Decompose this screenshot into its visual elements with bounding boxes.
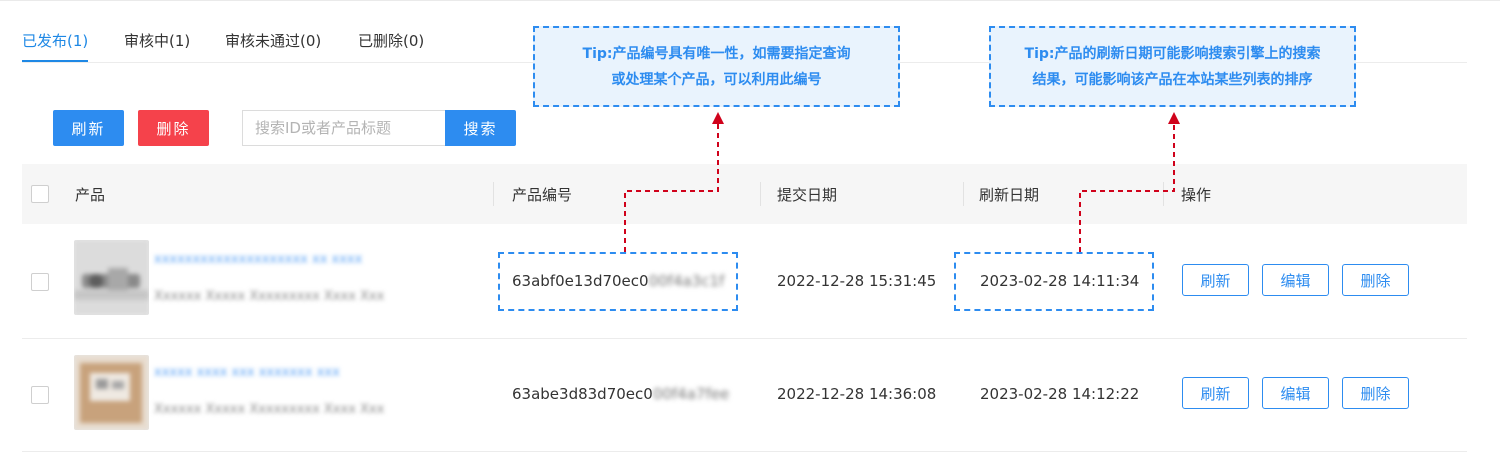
product-id-visible: 63abe3d83d70ec0 bbox=[512, 385, 653, 403]
header-submit-date: 提交日期 bbox=[777, 186, 838, 204]
refresh-date: 2023-02-28 14:12:22 bbox=[980, 385, 1140, 403]
arrow-head-icon bbox=[712, 112, 724, 124]
row-delete-button[interactable]: 删除 bbox=[1342, 264, 1409, 296]
header-refresh-date: 刷新日期 bbox=[979, 186, 1040, 204]
tip-product-id-line2: 或处理某个产品，可以利用此编号 bbox=[611, 71, 822, 88]
product-id-masked: 00f4a7fee bbox=[652, 385, 730, 403]
product-image bbox=[74, 240, 149, 315]
header-product-id: 产品编号 bbox=[512, 186, 573, 204]
product-category: Xxxxxx Xxxxx Xxxxxxxxx Xxxx Xxx bbox=[154, 289, 385, 304]
refresh-button[interactable]: 刷新 bbox=[53, 110, 124, 146]
tab-under-review[interactable]: 审核中(1) bbox=[124, 30, 190, 51]
search-button[interactable]: 搜索 bbox=[445, 110, 516, 146]
row-checkbox[interactable] bbox=[31, 273, 49, 291]
tip-product-id-line1: Tip:产品编号具有唯一性，如需要指定查询 bbox=[582, 45, 851, 62]
refresh-date-highlight bbox=[954, 252, 1154, 311]
table-row: xxxxx xxxx xxx xxxxxxx xxx Xxxxxx Xxxxx … bbox=[22, 338, 1467, 452]
tip-refresh-date-line2: 结果，可能影响该产品在本站某些列表的排序 bbox=[1032, 71, 1313, 88]
product-id: 63abe3d83d70ec000f4a7fee bbox=[512, 385, 729, 403]
row-delete-button[interactable]: 删除 bbox=[1342, 377, 1409, 409]
header-separator bbox=[760, 182, 761, 206]
row-edit-button[interactable]: 编辑 bbox=[1262, 377, 1329, 409]
product-id-highlight bbox=[498, 252, 738, 311]
row-refresh-button[interactable]: 刷新 bbox=[1182, 264, 1249, 296]
header-actions: 操作 bbox=[1181, 186, 1212, 204]
tab-rejected[interactable]: 审核未通过(0) bbox=[225, 30, 321, 51]
product-thumbnail[interactable] bbox=[74, 355, 149, 430]
product-title-link[interactable]: xxxxxxxxxxxxxxxxxxxx xx xxxx bbox=[154, 252, 362, 267]
product-title-link[interactable]: xxxxx xxxx xxx xxxxxxx xxx bbox=[154, 365, 340, 380]
tip-refresh-date-callout: Tip:产品的刷新日期可能影响搜索引擎上的搜索 结果，可能影响该产品在本站某些列… bbox=[989, 26, 1356, 107]
table-header: 产品 产品编号 提交日期 刷新日期 操作 bbox=[22, 164, 1467, 224]
delete-button[interactable]: 删除 bbox=[138, 110, 209, 146]
header-separator bbox=[1163, 182, 1164, 206]
product-category: Xxxxxx Xxxxx Xxxxxxxxx Xxxx Xxx bbox=[154, 402, 385, 417]
tip-product-id-callout: Tip:产品编号具有唯一性，如需要指定查询 或处理某个产品，可以利用此编号 bbox=[533, 26, 900, 107]
header-separator bbox=[963, 182, 964, 206]
header-separator bbox=[493, 182, 494, 206]
select-all-checkbox[interactable] bbox=[31, 185, 49, 203]
table-row: xxxxxxxxxxxxxxxxxxxx xx xxxx Xxxxxx Xxxx… bbox=[22, 225, 1467, 339]
submit-date: 2022-12-28 15:31:45 bbox=[777, 272, 937, 290]
arrow-head-icon bbox=[1168, 112, 1180, 124]
submit-date: 2022-12-28 14:36:08 bbox=[777, 385, 937, 403]
row-refresh-button[interactable]: 刷新 bbox=[1182, 377, 1249, 409]
tab-published[interactable]: 已发布(1) bbox=[22, 30, 88, 51]
row-edit-button[interactable]: 编辑 bbox=[1262, 264, 1329, 296]
search-input[interactable] bbox=[242, 110, 470, 146]
top-divider bbox=[0, 0, 1500, 1]
tip-refresh-date-line1: Tip:产品的刷新日期可能影响搜索引擎上的搜索 bbox=[1024, 45, 1321, 62]
tab-deleted[interactable]: 已删除(0) bbox=[358, 30, 424, 51]
header-product: 产品 bbox=[75, 186, 106, 204]
product-thumbnail[interactable] bbox=[74, 240, 149, 315]
row-checkbox[interactable] bbox=[31, 386, 49, 404]
product-image bbox=[74, 355, 149, 430]
